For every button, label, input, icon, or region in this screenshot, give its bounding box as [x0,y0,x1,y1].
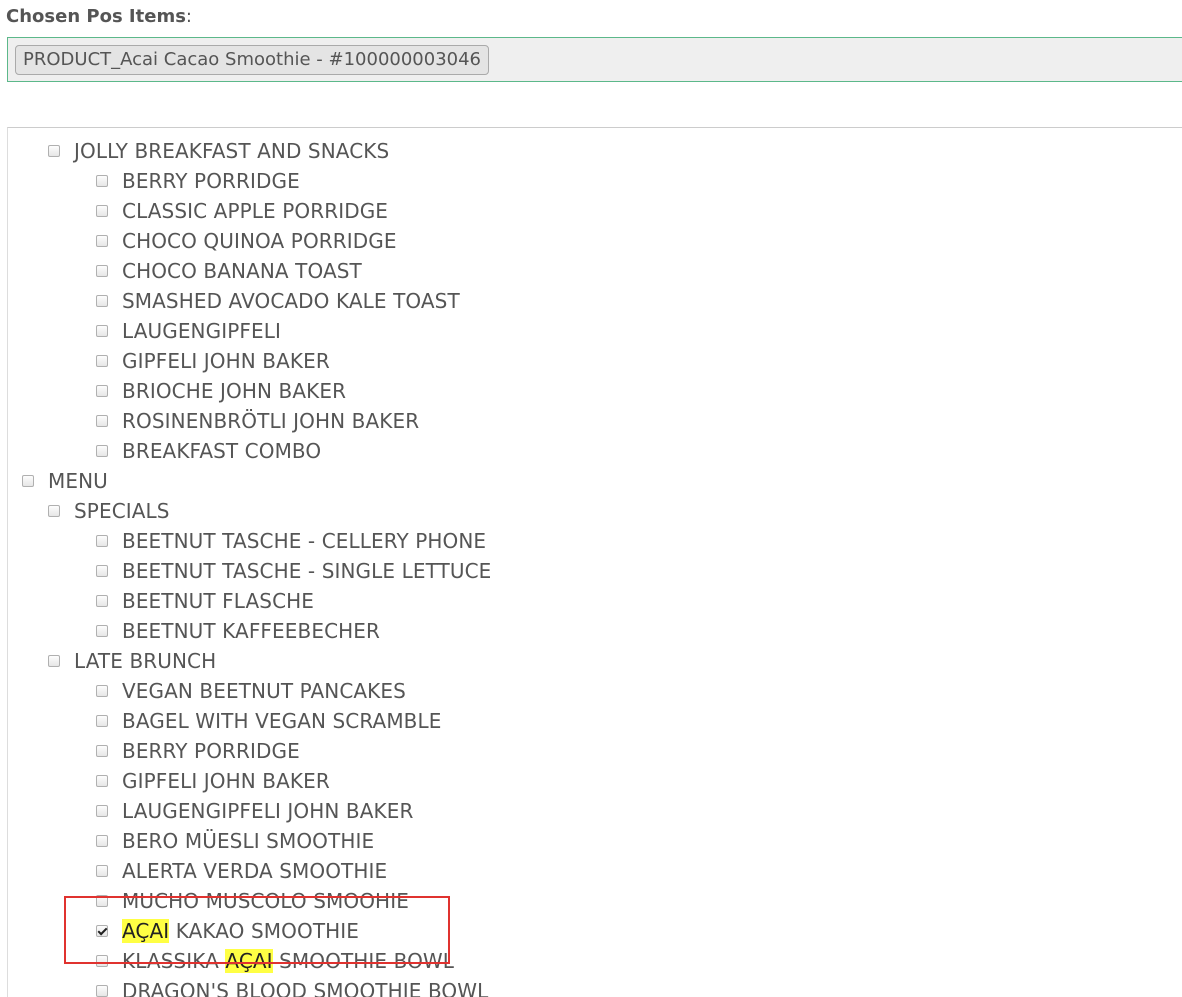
tree-item[interactable]: SMASHED AVOCADO KALE TOAST [96,286,460,316]
chosen-items-field[interactable]: PRODUCT_Acai Cacao Smoothie - #100000003… [7,37,1182,82]
tree-row-clipped [22,128,48,136]
tree-item[interactable]: BERRY PORRIDGE [96,166,300,196]
checkbox[interactable] [96,445,108,457]
tree-item[interactable]: CHOCO BANANA TOAST [96,256,362,286]
checkbox[interactable] [96,205,108,217]
checkbox[interactable] [96,415,108,427]
tree-category-menu[interactable]: MENU [22,466,108,496]
tree-item-klassika[interactable]: KLASSIKA AÇAI SMOOTHIE BOWL [96,946,454,976]
tree-item[interactable]: BEETNUT TASCHE - SINGLE LETTUCE [96,556,491,586]
item-label: BEETNUT TASCHE - SINGLE LETTUCE [122,559,492,583]
tree-item[interactable]: LAUGENGIPFELI JOHN BAKER [96,796,413,826]
tree-category-specials[interactable]: SPECIALS [48,496,170,526]
checkbox-checked[interactable] [96,925,108,937]
checkbox[interactable] [96,685,108,697]
item-label: CLASSIC APPLE PORRIDGE [122,199,389,223]
checkbox[interactable] [96,985,108,997]
tree-item[interactable]: LAUGENGIPFELI [96,316,281,346]
tree-item[interactable]: BEETNUT FLASCHE [96,586,314,616]
item-label: BAGEL WITH VEGAN SCRAMBLE [122,709,442,733]
tree-item[interactable]: DRAGON'S BLOOD SMOOTHIE BOWL [96,976,488,997]
tree-item[interactable]: ALERTA VERDA SMOOTHIE [96,856,387,886]
checkbox[interactable] [96,775,108,787]
item-label: BEETNUT KAFFEEBECHER [122,619,381,643]
item-label: BERO MÜESLI SMOOTHIE [122,829,375,853]
item-label: GIPFELI JOHN BAKER [122,349,330,373]
checkbox[interactable] [96,805,108,817]
checkbox[interactable] [96,835,108,847]
checkbox[interactable] [96,565,108,577]
label-text: Chosen Pos Items [6,6,186,27]
checkbox[interactable] [96,295,108,307]
tree-item[interactable]: GIPFELI JOHN BAKER [96,766,330,796]
item-label-post: SMOOTHIE BOWL [272,949,455,973]
checkbox[interactable] [96,535,108,547]
tree-item[interactable]: BRIOCHE JOHN BAKER [96,376,346,406]
tree-item[interactable]: BAGEL WITH VEGAN SCRAMBLE [96,706,441,736]
checkbox[interactable] [96,745,108,757]
tree-item[interactable]: BERRY PORRIDGE [96,736,300,766]
chosen-pos-items-label: Chosen Pos Items: [6,6,192,27]
tree-item[interactable]: BREAKFAST COMBO [96,436,321,466]
tree-item[interactable]: ROSINENBRÖTLI JOHN BAKER [96,406,419,436]
tree-item-acai-kakao[interactable]: AÇAI KAKAO SMOOTHIE [96,916,359,946]
category-label: SPECIALS [74,499,170,523]
checkbox[interactable] [96,715,108,727]
tree-item[interactable]: CLASSIC APPLE PORRIDGE [96,196,388,226]
item-label: BERRY PORRIDGE [122,739,300,763]
item-label: DRAGON'S BLOOD SMOOTHIE BOWL [122,979,489,997]
item-label: BEETNUT TASCHE - CELLERY PHONE [122,529,487,553]
item-label: CHOCO QUINOA PORRIDGE [122,229,397,253]
checkbox[interactable] [96,625,108,637]
item-label: AÇAI KAKAO SMOOTHIE [122,919,359,943]
selected-item-chip[interactable]: PRODUCT_Acai Cacao Smoothie - #100000003… [15,45,490,75]
checkbox-late-brunch[interactable] [48,655,60,667]
item-label: BREAKFAST COMBO [122,439,322,463]
item-label: ROSINENBRÖTLI JOHN BAKER [122,409,420,433]
label-colon: : [185,6,192,27]
tree-category-jolly[interactable]: JOLLY BREAKFAST AND SNACKS [48,136,389,166]
item-label: MUCHO MUSCOLO SMOOHIE [122,889,409,913]
item-label: BEETNUT FLASCHE [122,589,315,613]
checkbox[interactable] [96,595,108,607]
checkbox-menu[interactable] [22,475,34,487]
item-label: ALERTA VERDA SMOOTHIE [122,859,388,883]
checkbox-jolly[interactable] [48,145,60,157]
checkbox[interactable] [96,235,108,247]
item-label: GIPFELI JOHN BAKER [122,769,330,793]
item-label: BERRY PORRIDGE [122,169,300,193]
checkbox[interactable] [96,955,108,967]
tree-item[interactable]: GIPFELI JOHN BAKER [96,346,330,376]
item-label-rest: KAKAO SMOOTHIE [169,919,360,943]
checkbox-specials[interactable] [48,505,60,517]
category-label: LATE BRUNCH [74,649,217,673]
item-label: CHOCO BANANA TOAST [122,259,362,283]
tree-item[interactable]: MUCHO MUSCOLO SMOOHIE [96,886,409,916]
pos-items-tree[interactable]: JOLLY BREAKFAST AND SNACKS BERRY PORRIDG… [7,127,1182,997]
search-highlight: AÇAI [225,949,273,973]
tree-item[interactable]: BEETNUT KAFFEEBECHER [96,616,380,646]
item-label: LAUGENGIPFELI JOHN BAKER [122,799,414,823]
item-label: BRIOCHE JOHN BAKER [122,379,347,403]
checkbox[interactable] [96,355,108,367]
checkbox[interactable] [96,895,108,907]
tree-item[interactable]: BERO MÜESLI SMOOTHIE [96,826,374,856]
checkbox[interactable] [96,265,108,277]
category-label: JOLLY BREAKFAST AND SNACKS [74,139,390,163]
item-label: LAUGENGIPFELI [122,319,281,343]
checkbox[interactable] [96,325,108,337]
checkbox[interactable] [96,175,108,187]
tree-item[interactable]: CHOCO QUINOA PORRIDGE [96,226,397,256]
tree-item[interactable]: VEGAN BEETNUT PANCAKES [96,676,406,706]
item-label-pre: KLASSIKA [122,949,226,973]
item-label: VEGAN BEETNUT PANCAKES [122,679,406,703]
search-highlight: AÇAI [122,919,170,943]
tree-category-late-brunch[interactable]: LATE BRUNCH [48,646,216,676]
item-label: KLASSIKA AÇAI SMOOTHIE BOWL [122,949,454,973]
checkbox[interactable] [96,385,108,397]
category-label: MENU [48,469,108,493]
item-label: SMASHED AVOCADO KALE TOAST [122,289,460,313]
checkbox[interactable] [96,865,108,877]
tree-item[interactable]: BEETNUT TASCHE - CELLERY PHONE [96,526,486,556]
